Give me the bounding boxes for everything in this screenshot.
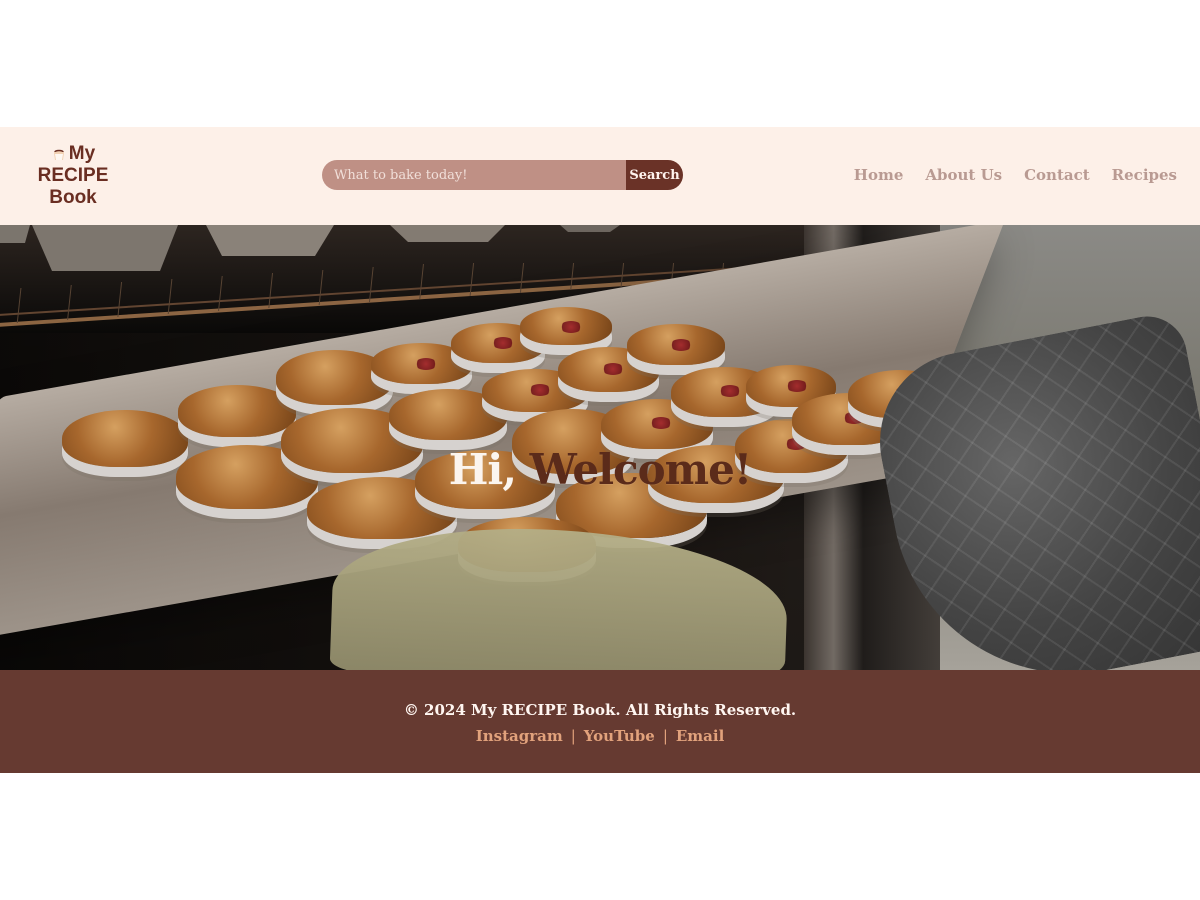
nav-contact-link[interactable]: Contact: [1024, 167, 1090, 183]
copyright-notice: © 2024 My RECIPE Book. All Rights Reserv…: [403, 701, 797, 719]
muffin: [62, 410, 188, 467]
logo-recipe-text: RECIPE: [37, 165, 109, 186]
search-button[interactable]: Search: [626, 160, 683, 190]
recipe-search-form: Search: [322, 160, 683, 190]
footer-separator: |: [570, 727, 576, 745]
berry-muffin: [520, 307, 612, 345]
nav-recipes-link[interactable]: Recipes: [1112, 167, 1177, 183]
main-navigation: Home About Us Contact Recipes: [854, 167, 1177, 183]
logo-my-text: My: [68, 143, 96, 164]
footer-separator: |: [662, 727, 668, 745]
nav-home-link[interactable]: Home: [854, 167, 904, 183]
social-links: Instagram | YouTube | Email: [0, 727, 1200, 745]
nav-about-us-link[interactable]: About Us: [925, 167, 1002, 183]
site-logo[interactable]: My RECIPE Book: [28, 141, 118, 211]
logo-first-line: My: [51, 143, 95, 165]
instagram-link[interactable]: Instagram: [476, 727, 563, 745]
site-header: My RECIPE Book Search Home About Us Cont…: [0, 127, 1200, 225]
youtube-link[interactable]: YouTube: [584, 727, 655, 745]
recipe-book-page: My RECIPE Book Search Home About Us Cont…: [0, 0, 1200, 900]
recipe-search-input[interactable]: [322, 160, 626, 190]
logo-book-text: Book: [49, 187, 97, 208]
berry-muffin: [627, 324, 725, 365]
welcome-hero: Hi, Welcome!: [0, 225, 1200, 670]
email-link[interactable]: Email: [676, 727, 724, 745]
muffin: [178, 385, 296, 437]
site-footer: © 2024 My RECIPE Book. All Rights Reserv…: [0, 670, 1200, 773]
muffin-logo-icon: [51, 146, 67, 162]
